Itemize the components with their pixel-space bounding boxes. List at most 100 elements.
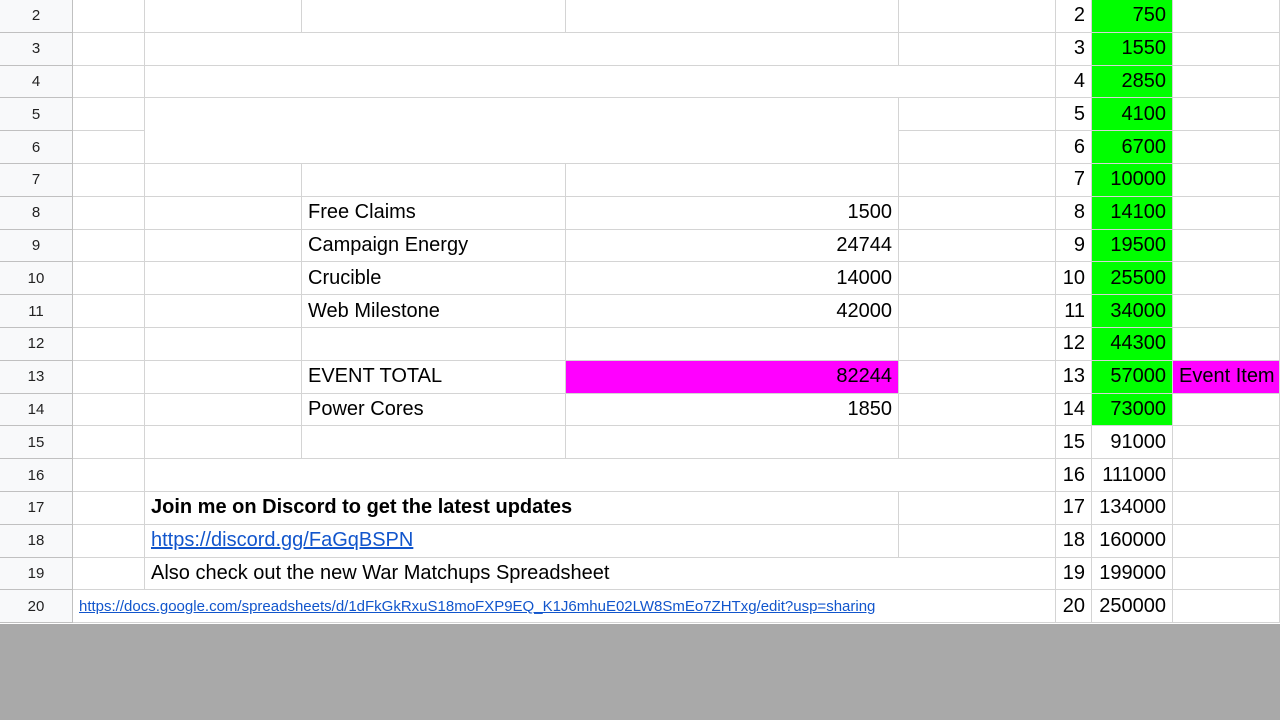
grid-cell[interactable] xyxy=(899,0,1056,33)
grid-cell[interactable] xyxy=(1173,393,1280,427)
grid-cell[interactable] xyxy=(145,328,302,361)
row-header[interactable]: 2 xyxy=(0,0,73,33)
row-header[interactable]: 20 xyxy=(0,590,73,624)
row-header[interactable]: 18 xyxy=(0,524,73,558)
grid-cell[interactable] xyxy=(1173,426,1280,460)
summary-label[interactable]: Web Milestone xyxy=(302,295,566,328)
grid-cell[interactable] xyxy=(73,459,145,492)
grid-cell[interactable] xyxy=(73,295,145,328)
grid-cell[interactable] xyxy=(302,164,566,197)
grid-cell[interactable] xyxy=(73,492,145,525)
level-number[interactable]: 14 xyxy=(1056,393,1092,427)
row-header[interactable]: 3 xyxy=(0,32,73,66)
level-number[interactable]: 20 xyxy=(1056,590,1092,624)
grid-cell[interactable] xyxy=(73,98,145,132)
war-matchups-link[interactable]: https://docs.google.com/spreadsheets/d/1… xyxy=(73,590,1056,624)
grid-cell[interactable] xyxy=(145,229,302,263)
grid-cell[interactable] xyxy=(899,426,1056,460)
level-number[interactable]: 3 xyxy=(1056,32,1092,66)
discord-note[interactable]: Join me on Discord to get the latest upd… xyxy=(145,492,899,525)
row-header[interactable]: 11 xyxy=(0,295,73,328)
level-points[interactable]: 57000 xyxy=(1092,360,1173,394)
grid-cell[interactable] xyxy=(1173,328,1280,361)
merged-cell[interactable] xyxy=(145,98,899,164)
level-points[interactable]: 134000 xyxy=(1092,492,1173,525)
grid-cell[interactable] xyxy=(1173,65,1280,99)
level-number[interactable]: 6 xyxy=(1056,131,1092,164)
grid-cell[interactable] xyxy=(145,360,302,394)
grid-cell[interactable] xyxy=(73,32,145,66)
level-number[interactable]: 13 xyxy=(1056,360,1092,394)
event-total-value[interactable]: 82244 xyxy=(566,360,899,394)
level-points[interactable]: 10000 xyxy=(1092,164,1173,197)
row-header[interactable]: 14 xyxy=(0,393,73,427)
grid-cell[interactable] xyxy=(73,164,145,197)
level-points[interactable]: 160000 xyxy=(1092,524,1173,558)
grid-cell[interactable] xyxy=(1173,557,1280,591)
level-points[interactable]: 2850 xyxy=(1092,65,1173,99)
level-points[interactable]: 14100 xyxy=(1092,196,1173,230)
grid-cell[interactable] xyxy=(899,524,1056,558)
level-number[interactable]: 8 xyxy=(1056,196,1092,230)
level-number[interactable]: 18 xyxy=(1056,524,1092,558)
level-points[interactable]: 19500 xyxy=(1092,229,1173,263)
grid-cell[interactable] xyxy=(899,98,1056,132)
row-header[interactable]: 13 xyxy=(0,360,73,394)
grid-cell[interactable] xyxy=(145,196,302,230)
level-number[interactable]: 4 xyxy=(1056,65,1092,99)
level-number[interactable]: 2 xyxy=(1056,0,1092,33)
grid-cell[interactable] xyxy=(73,131,145,164)
grid-cell[interactable] xyxy=(1173,0,1280,33)
level-number[interactable]: 11 xyxy=(1056,295,1092,328)
grid-cell[interactable] xyxy=(145,0,302,33)
level-points[interactable]: 73000 xyxy=(1092,393,1173,427)
summary-label[interactable]: EVENT TOTAL xyxy=(302,360,566,394)
grid-cell[interactable] xyxy=(73,65,145,99)
grid-cell[interactable] xyxy=(899,164,1056,197)
row-header[interactable]: 17 xyxy=(0,492,73,525)
summary-label[interactable]: Campaign Energy xyxy=(302,229,566,263)
row-header[interactable]: 16 xyxy=(0,459,73,492)
level-points[interactable]: 250000 xyxy=(1092,590,1173,624)
grid-cell[interactable] xyxy=(1173,32,1280,66)
grid-cell[interactable] xyxy=(145,426,302,460)
grid-cell[interactable] xyxy=(1173,164,1280,197)
level-number[interactable]: 19 xyxy=(1056,557,1092,591)
grid-cell[interactable] xyxy=(899,262,1056,296)
summary-label[interactable]: Free Claims xyxy=(302,196,566,230)
summary-label[interactable]: Crucible xyxy=(302,262,566,296)
grid-cell[interactable] xyxy=(145,295,302,328)
level-number[interactable]: 17 xyxy=(1056,492,1092,525)
grid-cell[interactable] xyxy=(1173,229,1280,263)
grid-cell[interactable] xyxy=(73,328,145,361)
summary-value[interactable]: 42000 xyxy=(566,295,899,328)
level-number[interactable]: 12 xyxy=(1056,328,1092,361)
summary-value[interactable]: 24744 xyxy=(566,229,899,263)
grid-cell[interactable] xyxy=(899,196,1056,230)
level-points[interactable]: 44300 xyxy=(1092,328,1173,361)
grid-cell[interactable] xyxy=(566,426,899,460)
level-number[interactable]: 9 xyxy=(1056,229,1092,263)
row-header[interactable]: 15 xyxy=(0,426,73,460)
row-header[interactable]: 19 xyxy=(0,557,73,591)
row-header[interactable]: 12 xyxy=(0,328,73,361)
level-points[interactable]: 750 xyxy=(1092,0,1173,33)
summary-value[interactable]: 1500 xyxy=(566,196,899,230)
merged-cell[interactable] xyxy=(145,32,899,66)
grid-cell[interactable] xyxy=(1173,459,1280,492)
grid-cell[interactable] xyxy=(1173,590,1280,624)
merged-cell[interactable] xyxy=(145,459,1056,492)
grid-cell[interactable] xyxy=(145,164,302,197)
event-item-label[interactable]: Event Item xyxy=(1173,360,1280,394)
merged-cell[interactable] xyxy=(145,65,1056,99)
grid-cell[interactable] xyxy=(899,131,1056,164)
level-number[interactable]: 16 xyxy=(1056,459,1092,492)
level-number[interactable]: 15 xyxy=(1056,426,1092,460)
grid-cell[interactable] xyxy=(899,328,1056,361)
grid-cell[interactable] xyxy=(73,557,145,591)
grid-cell[interactable] xyxy=(1173,492,1280,525)
war-matchups-note[interactable]: Also check out the new War Matchups Spre… xyxy=(145,557,1056,591)
grid-cell[interactable] xyxy=(899,32,1056,66)
grid-cell[interactable] xyxy=(145,393,302,427)
grid-cell[interactable] xyxy=(1173,524,1280,558)
